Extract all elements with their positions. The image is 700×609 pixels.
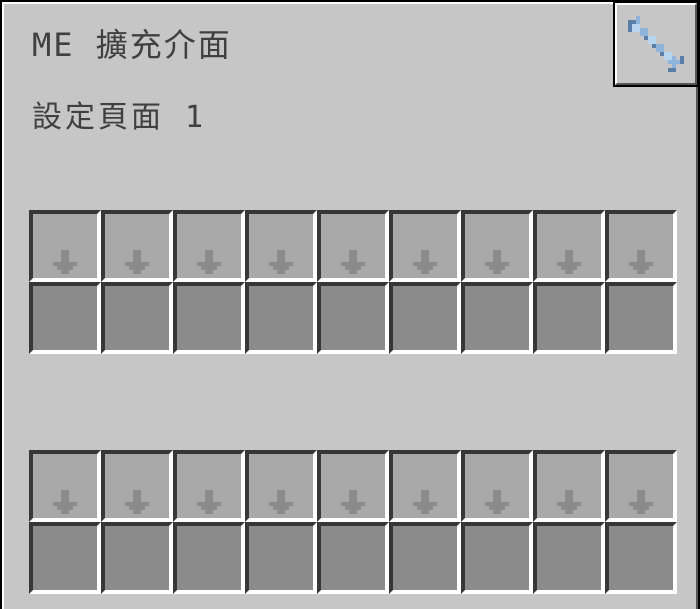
- storage-slot[interactable]: [317, 282, 389, 354]
- storage-slot[interactable]: [29, 282, 101, 354]
- config-slot[interactable]: [173, 450, 245, 522]
- storage-slot[interactable]: [173, 522, 245, 594]
- settings-button[interactable]: [613, 1, 699, 87]
- config-slot[interactable]: [317, 210, 389, 282]
- arrow-down-icon: [341, 490, 365, 514]
- arrow-down-icon: [125, 250, 149, 274]
- arrow-down-icon: [197, 490, 221, 514]
- storage-slot[interactable]: [461, 282, 533, 354]
- arrow-down-icon: [557, 490, 581, 514]
- storage-slot[interactable]: [389, 282, 461, 354]
- arrow-down-icon: [485, 250, 509, 274]
- config-slot[interactable]: [389, 450, 461, 522]
- arrow-down-icon: [629, 490, 653, 514]
- storage-slot[interactable]: [245, 522, 317, 594]
- window-title: ME 擴充介面: [32, 26, 232, 64]
- config-slot[interactable]: [533, 450, 605, 522]
- slot-group-1: [29, 210, 677, 354]
- storage-slot[interactable]: [101, 282, 173, 354]
- arrow-down-icon: [125, 490, 149, 514]
- arrow-down-icon: [197, 250, 221, 274]
- config-slot[interactable]: [317, 450, 389, 522]
- storage-slot[interactable]: [29, 522, 101, 594]
- storage-slot[interactable]: [533, 522, 605, 594]
- storage-slot[interactable]: [461, 522, 533, 594]
- config-slot[interactable]: [461, 450, 533, 522]
- storage-slot[interactable]: [605, 522, 677, 594]
- storage-slot[interactable]: [605, 282, 677, 354]
- arrow-down-icon: [629, 250, 653, 274]
- config-slot[interactable]: [101, 450, 173, 522]
- interface-panel: ME 擴充介面 設定頁面 1: [0, 0, 700, 609]
- config-slot[interactable]: [101, 210, 173, 282]
- storage-slot[interactable]: [173, 282, 245, 354]
- storage-slot[interactable]: [317, 522, 389, 594]
- config-slot[interactable]: [389, 210, 461, 282]
- storage-slot[interactable]: [245, 282, 317, 354]
- arrow-down-icon: [341, 250, 365, 274]
- arrow-down-icon: [53, 250, 77, 274]
- config-slot[interactable]: [245, 210, 317, 282]
- storage-slot[interactable]: [533, 282, 605, 354]
- arrow-down-icon: [413, 250, 437, 274]
- storage-slot[interactable]: [389, 522, 461, 594]
- slot-group-2: [29, 450, 677, 594]
- config-slot[interactable]: [29, 450, 101, 522]
- config-slot[interactable]: [533, 210, 605, 282]
- wrench-icon: [628, 16, 684, 72]
- arrow-down-icon: [557, 250, 581, 274]
- arrow-down-icon: [413, 490, 437, 514]
- config-slot[interactable]: [461, 210, 533, 282]
- config-slot[interactable]: [29, 210, 101, 282]
- arrow-down-icon: [269, 490, 293, 514]
- config-slot[interactable]: [605, 450, 677, 522]
- config-slot[interactable]: [173, 210, 245, 282]
- arrow-down-icon: [269, 250, 293, 274]
- arrow-down-icon: [53, 490, 77, 514]
- storage-slot[interactable]: [101, 522, 173, 594]
- config-slot[interactable]: [245, 450, 317, 522]
- config-page-label: 設定頁面 1: [32, 100, 207, 135]
- arrow-down-icon: [485, 490, 509, 514]
- config-slot[interactable]: [605, 210, 677, 282]
